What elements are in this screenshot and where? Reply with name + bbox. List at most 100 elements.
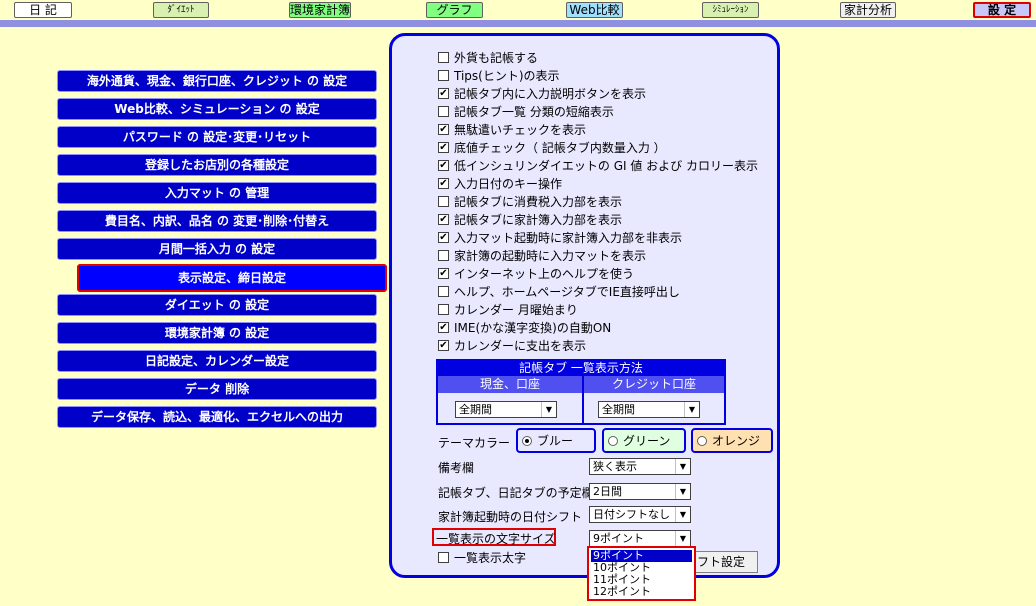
option-checkbox[interactable]: ✔ xyxy=(438,267,449,279)
memo-column-select[interactable]: 狭く表示 ▼ xyxy=(589,458,691,475)
option-row[interactable]: ✔ 記帳タブ内に入力説明ボタンを表示 xyxy=(438,85,646,101)
radio-icon[interactable] xyxy=(608,435,618,446)
option-row[interactable]: 記帳タブ一覧 分類の短縮表示 xyxy=(438,103,614,119)
option-row[interactable]: 家計簿の起動時に入力マットを表示 xyxy=(438,247,646,263)
menu-diary-calendar[interactable]: 日記設定、カレンダー設定 xyxy=(57,350,377,372)
option-row[interactable]: ✔ 入力マット起動時に家計簿入力部を非表示 xyxy=(438,229,682,245)
theme-option-label: ブルー xyxy=(537,434,574,448)
theme-blue-option[interactable]: ブルー xyxy=(516,428,596,453)
tab-household-analysis[interactable]: 家計分析 xyxy=(840,2,896,18)
menu-monthly-batch[interactable]: 月間一括入力 の 設定 xyxy=(57,238,377,260)
tab-eco-household[interactable]: 環境家計簿 xyxy=(289,2,351,18)
font-size-value: 9ポイント xyxy=(593,532,644,545)
schedule-column-label: 記帳タブ、日記タブの予定欄 xyxy=(438,486,594,500)
option-checkbox[interactable] xyxy=(438,69,449,81)
option-checkbox[interactable]: ✔ xyxy=(438,231,449,243)
date-shift-value: 日付シフトなし xyxy=(593,508,670,521)
credit-account-cell: 全期間 ▼ xyxy=(584,393,724,423)
option-checkbox[interactable] xyxy=(438,51,449,63)
credit-period-select[interactable]: 全期間 ▼ xyxy=(598,401,700,418)
tab-simulation[interactable]: ｼﾐｭﾚｰｼｮﾝ xyxy=(702,2,759,18)
cash-account-cell: 全期間 ▼ xyxy=(438,393,582,423)
credit-account-header: クレジット口座 xyxy=(584,376,724,393)
menu-foreign-currency-accounts[interactable]: 海外通貨、現金、銀行口座、クレジット の 設定 xyxy=(57,70,377,92)
option-checkbox[interactable]: ✔ xyxy=(438,123,449,135)
option-checkbox[interactable] xyxy=(438,249,449,261)
chevron-down-icon: ▼ xyxy=(684,402,699,417)
option-checkbox[interactable]: ✔ xyxy=(438,141,449,153)
date-shift-select[interactable]: 日付シフトなし ▼ xyxy=(589,506,691,523)
option-label: 入力日付のキー操作 xyxy=(454,176,563,191)
option-row[interactable]: Tips(ヒント)の表示 xyxy=(438,67,560,83)
option-checkbox[interactable]: ✔ xyxy=(438,87,449,99)
menu-store-settings[interactable]: 登録したお店別の各種設定 xyxy=(57,154,377,176)
option-row[interactable]: ✔ カレンダーに支出を表示 xyxy=(438,337,586,353)
option-checkbox[interactable]: ✔ xyxy=(438,321,449,333)
menu-expense-items[interactable]: 費目名、内訳、品名 の 変更･削除･付替え xyxy=(57,210,377,232)
chevron-down-icon: ▼ xyxy=(675,459,690,474)
option-checkbox[interactable]: ✔ xyxy=(438,339,449,351)
option-row[interactable]: ✔ 無駄遣いチェックを表示 xyxy=(438,121,586,137)
option-checkbox[interactable] xyxy=(438,285,449,297)
menu-web-compare-simulation[interactable]: Web比較、シミュレーション の 設定 xyxy=(57,98,377,120)
option-label: IME(かな漢字変換)の自動ON xyxy=(454,320,612,335)
menu-password[interactable]: パスワード の 設定･変更･リセット xyxy=(57,126,377,148)
option-checkbox[interactable]: ✔ xyxy=(438,177,449,189)
date-shift-label: 家計簿起動時の日付シフト xyxy=(438,510,583,524)
tab-graph[interactable]: グラフ xyxy=(426,2,483,18)
option-label: カレンダー 月曜始まり xyxy=(454,302,578,317)
theme-option-label: グリーン xyxy=(623,434,671,448)
font-size-dropdown-list: 9ポイント 10ポイント 11ポイント 12ポイント xyxy=(587,546,696,601)
option-row[interactable]: 外貨も記帳する xyxy=(438,49,538,65)
memo-column-label: 備考欄 xyxy=(438,461,475,475)
tab-diary[interactable]: 日 記 xyxy=(14,2,72,18)
menu-data-delete[interactable]: データ 削除 xyxy=(57,378,377,400)
option-row[interactable]: ✔ インターネット上のヘルプを使う xyxy=(438,265,634,281)
menu-diet[interactable]: ダイエット の 設定 xyxy=(57,294,377,316)
option-checkbox[interactable] xyxy=(438,303,449,315)
option-row[interactable]: ✔ 低インシュリンダイエットの GI 値 および カロリー表示 xyxy=(438,157,758,173)
option-row[interactable]: ✔ 入力日付のキー操作 xyxy=(438,175,562,191)
option-row[interactable]: ヘルプ、ホームページタブでIE直接呼出し xyxy=(438,283,680,299)
font-size-label: 一覧表示の文字サイズ xyxy=(436,532,556,546)
chevron-down-icon: ▼ xyxy=(675,531,690,546)
font-size-option[interactable]: 12ポイント xyxy=(591,586,692,598)
option-label: 低インシュリンダイエットの GI 値 および カロリー表示 xyxy=(454,158,758,173)
bold-list-checkbox-row[interactable]: 一覧表示太字 xyxy=(438,549,526,565)
schedule-column-select[interactable]: 2日間 ▼ xyxy=(589,483,691,500)
menu-input-mat[interactable]: 入力マット の 管理 xyxy=(57,182,377,204)
option-label: 無駄遣いチェックを表示 xyxy=(454,122,587,137)
option-label: 家計簿の起動時に入力マットを表示 xyxy=(454,248,647,263)
menu-display-closing-date[interactable]: 表示設定、締日設定 xyxy=(77,264,387,292)
option-row[interactable]: ✔ 記帳タブに家計簿入力部を表示 xyxy=(438,211,622,227)
option-row[interactable]: 記帳タブに消費税入力部を表示 xyxy=(438,193,622,209)
bold-list-checkbox[interactable] xyxy=(438,551,449,563)
option-checkbox[interactable]: ✔ xyxy=(438,159,449,171)
menu-data-save-export[interactable]: データ保存、読込、最適化、エクセルへの出力 xyxy=(57,406,377,428)
top-tab-bar: 日 記 ﾀﾞｲｴｯﾄ 環境家計簿 グラフ Web比較 ｼﾐｭﾚｰｼｮﾝ 家計分析 設 定 xyxy=(0,0,1036,20)
cash-period-select[interactable]: 全期間 ▼ xyxy=(455,401,557,418)
chevron-down-icon: ▼ xyxy=(675,484,690,499)
radio-icon[interactable] xyxy=(697,435,707,446)
tab-diet[interactable]: ﾀﾞｲｴｯﾄ xyxy=(153,2,209,18)
font-size-select[interactable]: 9ポイント ▼ xyxy=(589,530,691,547)
list-display-method-table: 記帳タブ 一覧表示方法 現金、口座 クレジット口座 全期間 ▼ 全期間 ▼ xyxy=(436,359,726,425)
option-label: インターネット上のヘルプを使う xyxy=(454,266,635,281)
option-label: 記帳タブ内に入力説明ボタンを表示 xyxy=(454,86,647,101)
option-checkbox[interactable] xyxy=(438,195,449,207)
option-checkbox[interactable] xyxy=(438,105,449,117)
option-row[interactable]: ✔ 底値チェック（ 記帳タブ内数量入力 ） xyxy=(438,139,666,155)
radio-icon[interactable] xyxy=(522,435,532,446)
option-row[interactable]: カレンダー 月曜始まり xyxy=(438,301,578,317)
option-label: ヘルプ、ホームページタブでIE直接呼出し xyxy=(454,284,680,299)
option-row[interactable]: ✔ IME(かな漢字変換)の自動ON xyxy=(438,319,611,335)
option-label: Tips(ヒント)の表示 xyxy=(454,68,560,83)
menu-eco-household[interactable]: 環境家計簿 の 設定 xyxy=(57,322,377,344)
tab-settings[interactable]: 設 定 xyxy=(973,2,1031,18)
theme-green-option[interactable]: グリーン xyxy=(602,428,686,453)
option-label: 入力マット起動時に家計簿入力部を非表示 xyxy=(454,230,683,245)
chevron-down-icon: ▼ xyxy=(675,507,690,522)
option-checkbox[interactable]: ✔ xyxy=(438,213,449,225)
tab-web-compare[interactable]: Web比較 xyxy=(566,2,623,18)
theme-orange-option[interactable]: オレンジ xyxy=(691,428,773,453)
